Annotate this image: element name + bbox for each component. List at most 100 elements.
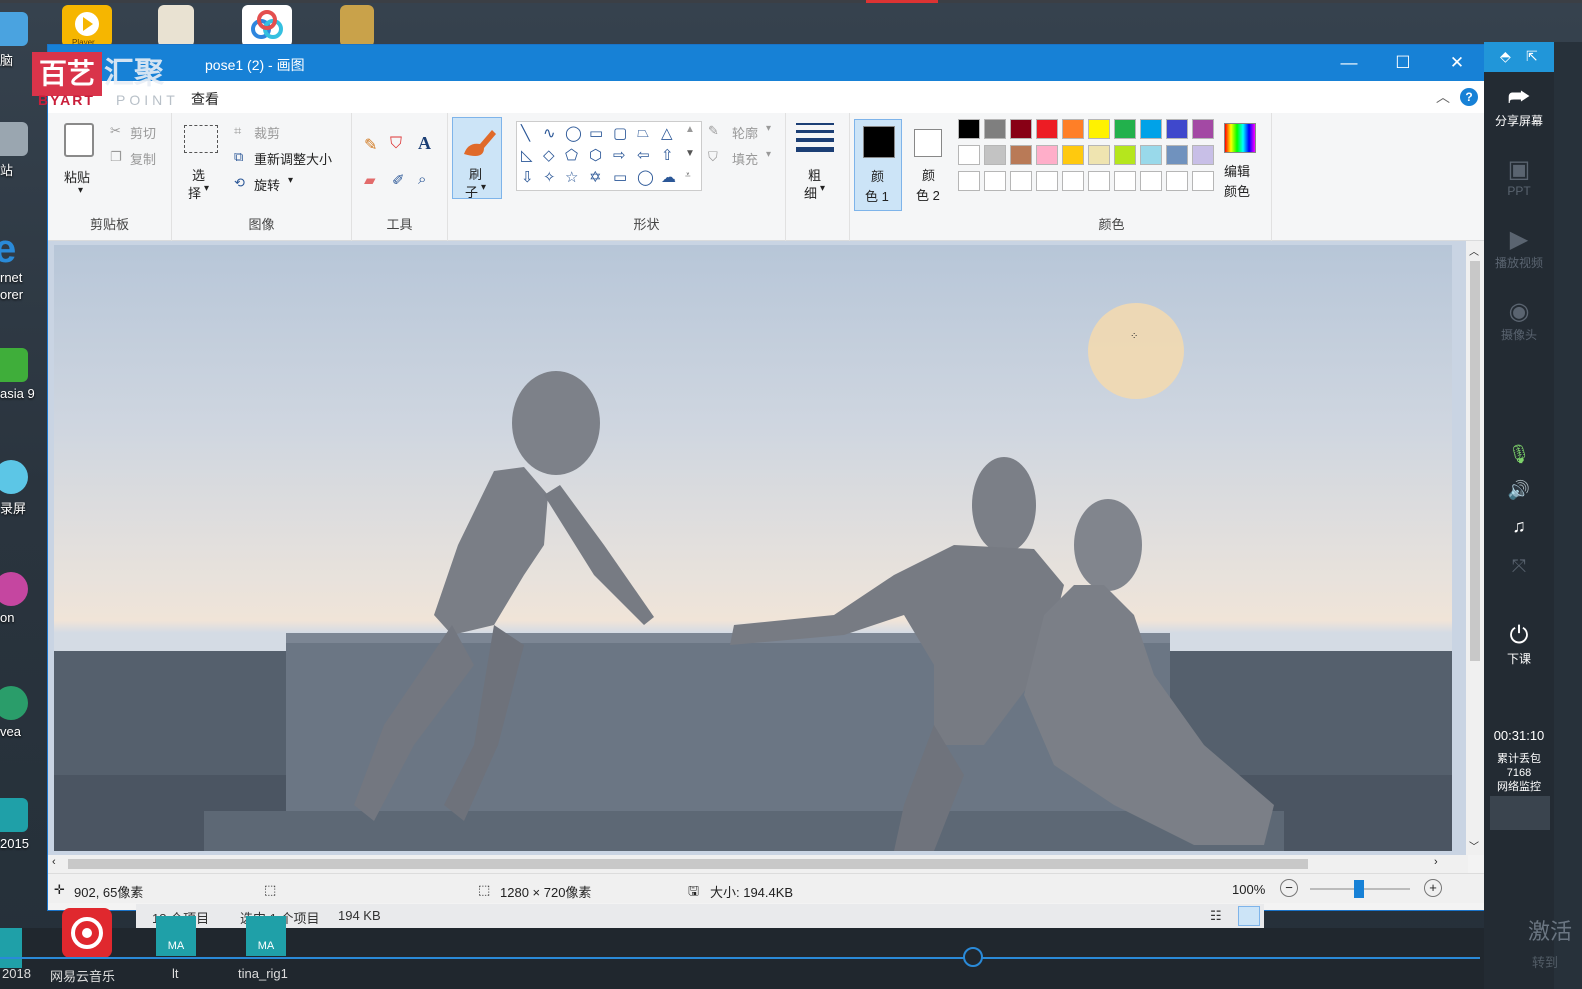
palette-color-swatch[interactable]: [1192, 171, 1214, 191]
video-progress-bar[interactable]: [0, 957, 1480, 959]
palette-color-swatch[interactable]: [1088, 171, 1110, 191]
paste-button[interactable]: 粘贴: [64, 167, 90, 186]
rotate-button[interactable]: 旋转: [254, 175, 280, 194]
help-icon[interactable]: ?: [1460, 88, 1478, 106]
palette-color-swatch[interactable]: [1192, 119, 1214, 139]
color1-button[interactable]: 颜 色 1: [854, 119, 902, 211]
music-button[interactable]: ♫: [1484, 512, 1554, 540]
eraser-icon[interactable]: ▰: [364, 171, 376, 189]
zoom-in-button[interactable]: +: [1424, 879, 1442, 897]
palette-color-swatch[interactable]: [1010, 171, 1032, 191]
paste-icon[interactable]: [64, 123, 94, 157]
palette-color-swatch[interactable]: [1062, 119, 1084, 139]
desktop-icon-recorder[interactable]: 录屏: [0, 460, 46, 517]
fill-button[interactable]: 填充: [732, 149, 758, 168]
palette-color-swatch[interactable]: [1088, 119, 1110, 139]
desktop-icon-recycle[interactable]: 站: [0, 122, 46, 179]
close-button[interactable]: ✕: [1442, 52, 1472, 74]
rectangle-shape-icon[interactable]: ▭: [589, 124, 603, 142]
fill-dropdown-icon[interactable]: ▾: [766, 149, 771, 160]
four-star-shape-icon[interactable]: ✧: [543, 168, 556, 186]
baidu-netdisk-icon[interactable]: [242, 5, 292, 47]
size-lines-icon[interactable]: [796, 123, 834, 152]
cut-button[interactable]: 剪切: [130, 123, 156, 142]
palette-color-swatch[interactable]: [984, 171, 1006, 191]
palette-color-swatch[interactable]: [1062, 145, 1084, 165]
oval-shape-icon[interactable]: ◯: [565, 124, 582, 142]
callout-cloud-shape-icon[interactable]: ☁: [661, 168, 676, 186]
desktop-icon-maya[interactable]: 2015: [0, 798, 46, 851]
down-arrow-shape-icon[interactable]: ⇩: [521, 168, 534, 186]
large-icons-view-icon[interactable]: [1238, 906, 1260, 926]
palette-color-swatch[interactable]: [1088, 145, 1110, 165]
palette-color-swatch[interactable]: [1166, 119, 1188, 139]
six-star-shape-icon[interactable]: ✡: [589, 168, 602, 186]
pentagon-shape-icon[interactable]: ⬠: [565, 146, 578, 164]
palette-color-swatch[interactable]: [1140, 145, 1162, 165]
text-tool-icon[interactable]: A: [418, 133, 431, 154]
palette-color-swatch[interactable]: [1114, 145, 1136, 165]
outline-button[interactable]: 轮廓: [732, 123, 758, 142]
horizontal-scrollbar[interactable]: ‹ ›: [48, 855, 1468, 873]
palette-color-swatch[interactable]: [1062, 171, 1084, 191]
line-shape-icon[interactable]: ╲: [521, 124, 530, 142]
fill-bucket-icon[interactable]: ⛉: [390, 135, 402, 153]
color2-button[interactable]: 颜 色 2: [906, 119, 952, 211]
left-arrow-shape-icon[interactable]: ⇦: [637, 146, 650, 164]
palette-color-swatch[interactable]: [1192, 145, 1214, 165]
scroll-up-icon[interactable]: ︿: [1469, 243, 1479, 258]
edit-colors-button[interactable]: 编辑 颜色: [1218, 121, 1262, 211]
netease-music-icon[interactable]: [62, 908, 112, 958]
end-class-button[interactable]: ⏻ 下课: [1484, 622, 1554, 667]
palette-color-swatch[interactable]: [1166, 171, 1188, 191]
folder-icon[interactable]: [340, 5, 374, 47]
shapes-scroll-up-icon[interactable]: ▲: [685, 124, 695, 135]
collapse-ribbon-icon[interactable]: ︿: [1436, 87, 1450, 107]
size-dropdown-icon[interactable]: ▾: [820, 183, 825, 194]
triangle-shape-icon[interactable]: △: [661, 124, 673, 142]
crop-button[interactable]: 裁剪: [254, 123, 280, 142]
desktop-icon-vea[interactable]: vea: [0, 686, 46, 739]
select-button-line1[interactable]: 选: [192, 165, 205, 184]
ppt-button[interactable]: ▣ PPT: [1484, 156, 1554, 198]
horizontal-scroll-thumb[interactable]: [68, 859, 1308, 869]
desktop-icon-app[interactable]: on: [0, 572, 46, 625]
share-screen-button[interactable]: ⮫ 分享屏幕: [1484, 84, 1554, 129]
right-triangle-shape-icon[interactable]: ◺: [521, 146, 533, 164]
canvas-area[interactable]: ⁘: [48, 241, 1468, 869]
select-icon[interactable]: [184, 125, 218, 153]
paste-dropdown-icon[interactable]: ▾: [78, 185, 83, 196]
document-app-icon[interactable]: [158, 5, 194, 47]
vertical-scrollbar[interactable]: ︿ ﹀: [1466, 241, 1484, 855]
panel-pin-icon[interactable]: ⬘: [1500, 48, 1511, 65]
pencil-icon[interactable]: ✎: [364, 135, 377, 155]
maximize-button[interactable]: ☐: [1388, 52, 1418, 74]
details-view-icon[interactable]: ☷: [1210, 908, 1222, 924]
palette-color-swatch[interactable]: [1036, 119, 1058, 139]
up-arrow-shape-icon[interactable]: ⇧: [661, 146, 674, 164]
diamond-shape-icon[interactable]: ◇: [543, 146, 555, 164]
zoom-slider-thumb[interactable]: [1354, 880, 1364, 898]
zoom-out-button[interactable]: −: [1280, 879, 1298, 897]
scroll-right-icon[interactable]: ›: [1434, 856, 1438, 868]
select-button-line2[interactable]: 择: [188, 183, 201, 202]
palette-color-swatch[interactable]: [984, 119, 1006, 139]
speaker-button[interactable]: 🔊: [1484, 476, 1554, 504]
palette-color-swatch[interactable]: [1114, 171, 1136, 191]
palette-color-swatch[interactable]: [1140, 119, 1162, 139]
right-arrow-shape-icon[interactable]: ⇨: [613, 146, 626, 164]
outline-dropdown-icon[interactable]: ▾: [766, 123, 771, 134]
maya-file-icon[interactable]: MA: [246, 916, 286, 956]
palette-color-swatch[interactable]: [984, 145, 1006, 165]
color-picker-icon[interactable]: ✐: [392, 171, 405, 189]
rotate-dropdown-icon[interactable]: ▾: [288, 175, 293, 186]
shapes-gallery[interactable]: ╲ ∿ ◯ ▭ ▢ ⏢ △ ◺ ◇ ⬠ ⬡ ⇨ ⇦ ⇧ ⇩ ✧ ☆ ✡ ▭ ◯: [516, 121, 702, 191]
palette-color-swatch[interactable]: [1166, 145, 1188, 165]
minimize-button[interactable]: —: [1334, 52, 1364, 74]
camera-button[interactable]: ◉ 摄像头: [1484, 298, 1554, 343]
video-progress-knob[interactable]: [963, 947, 983, 967]
scroll-left-icon[interactable]: ‹: [52, 856, 56, 868]
palette-color-swatch[interactable]: [1114, 119, 1136, 139]
callout-rect-shape-icon[interactable]: ▭: [613, 168, 627, 186]
palette-color-swatch[interactable]: [1140, 171, 1162, 191]
